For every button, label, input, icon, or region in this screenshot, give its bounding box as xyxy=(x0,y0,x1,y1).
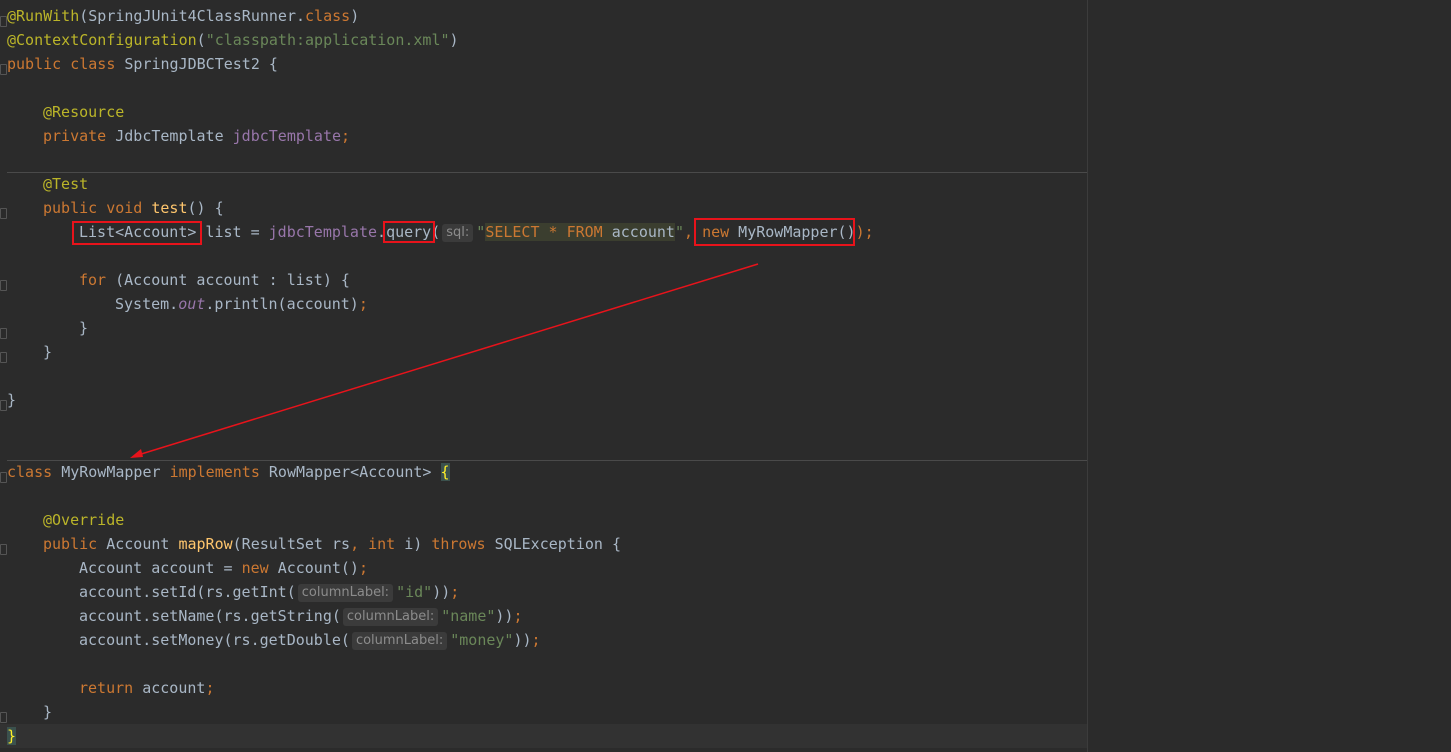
code-editor[interactable]: @RunWith(SpringJUnit4ClassRunner.class) … xyxy=(0,0,1451,752)
annotation-arrow xyxy=(130,263,759,458)
